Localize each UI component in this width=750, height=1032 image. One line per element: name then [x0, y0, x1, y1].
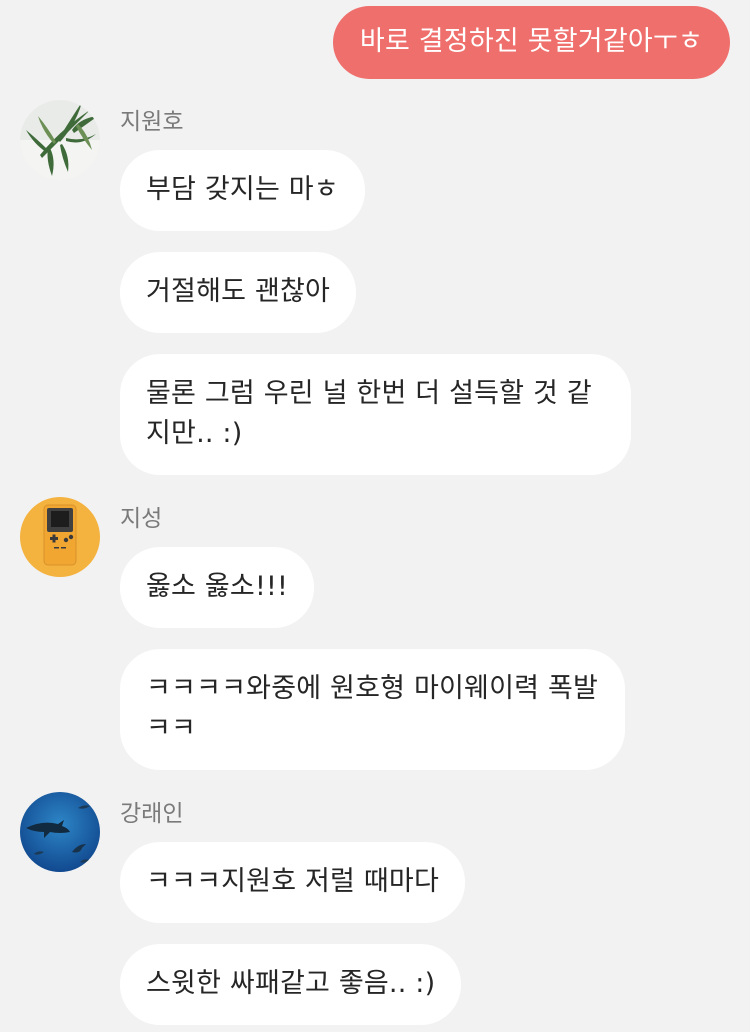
message-list: 옳소 옳소!!! ㅋㅋㅋㅋ와중에 원호형 마이웨이력 폭발ㅋㅋ: [120, 547, 625, 770]
incoming-message-bubble[interactable]: ㅋㅋㅋㅋ와중에 원호형 마이웨이력 폭발ㅋㅋ: [120, 649, 625, 770]
chat-thread: 바로 결정하진 못할거같아ㅜㅎ 지원호 부담 갖지는 마ㅎ 거절해도 괜찮아 물…: [0, 0, 750, 1032]
sender-name: 강래인: [120, 801, 184, 827]
outgoing-message-row: 바로 결정하진 못할거같아ㅜㅎ: [332, 6, 730, 79]
incoming-message-bubble[interactable]: 물론 그럼 우린 널 한번 더 설득할 것 같지만.. :): [120, 354, 631, 475]
sender-name: 지원호: [120, 109, 184, 135]
message-list: ㅋㅋㅋ지원호 저럴 때마다 스윗한 싸패같고 좋음.. :): [120, 842, 466, 1025]
sender-name: 지성: [120, 506, 163, 532]
incoming-message-bubble[interactable]: 스윗한 싸패같고 좋음.. :): [120, 944, 462, 1025]
leaf-plant-avatar-icon[interactable]: [20, 100, 100, 180]
incoming-message-bubble[interactable]: ㅋㅋㅋ지원호 저럴 때마다: [120, 842, 466, 923]
incoming-message-bubble[interactable]: 부담 갖지는 마ㅎ: [120, 150, 365, 231]
incoming-message-bubble[interactable]: 옳소 옳소!!!: [120, 547, 315, 628]
outgoing-message-bubble[interactable]: 바로 결정하진 못할거같아ㅜㅎ: [332, 6, 730, 79]
shark-ocean-avatar-icon[interactable]: [20, 792, 100, 872]
incoming-message-bubble[interactable]: 거절해도 괜찮아: [120, 252, 357, 333]
gameboy-avatar-icon[interactable]: [20, 497, 100, 577]
message-list: 부담 갖지는 마ㅎ 거절해도 괜찮아 물론 그럼 우린 널 한번 더 설득할 것…: [120, 150, 631, 475]
